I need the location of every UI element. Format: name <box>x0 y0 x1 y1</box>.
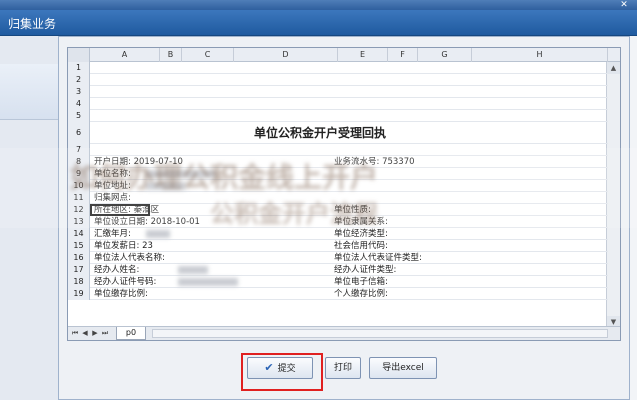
cell-legal-rep-name: 单位法人代表名称: <box>94 253 165 263</box>
receipt-dialog: A B C D E F G H ▲ ▼ 1 2 3 4 5 6 单位公积金开户受… <box>58 36 630 400</box>
export-excel-button[interactable]: 导出excel <box>369 357 437 379</box>
row-number[interactable]: 14 <box>68 228 90 240</box>
cell-unit-name: 单位名称: <box>94 169 131 179</box>
cell-legal-rep-id-type: 单位法人代表证件类型: <box>334 253 422 263</box>
column-header[interactable]: C <box>182 48 234 62</box>
column-header[interactable]: E <box>338 48 388 62</box>
table-row: 15 单位发薪日: 23 社会信用代码: <box>68 240 608 252</box>
module-title: 归集业务 <box>8 17 57 31</box>
row-number[interactable]: 1 <box>68 62 90 74</box>
cell-agent-id-number: 经办人证件号码: <box>94 277 157 287</box>
table-row: 14 汇缴年月: 单位经济类型: <box>68 228 608 240</box>
table-row: 10 单位地址: <box>68 180 608 192</box>
cell-unit-email: 单位电子信箱: <box>334 277 388 287</box>
table-row: 9 单位名称: <box>68 168 608 180</box>
redacted-value <box>178 278 238 286</box>
table-row: 8 开户日期: 2019-07-10 业务流水号: 753370 <box>68 156 608 168</box>
cell-unit-rate: 单位缴存比例: <box>94 289 148 299</box>
column-header[interactable]: A <box>90 48 160 62</box>
left-nav-tab[interactable] <box>0 64 64 120</box>
action-bar: ✔ 提交 打印 导出excel <box>59 349 631 391</box>
row-number[interactable]: 9 <box>68 168 90 180</box>
last-sheet-icon[interactable]: ⏭ <box>100 328 110 339</box>
row-number[interactable]: 13 <box>68 216 90 228</box>
table-row: 7 <box>68 144 608 156</box>
receipt-title: 单位公积金开户受理回执 <box>254 126 387 140</box>
first-sheet-icon[interactable]: ⏮ <box>70 328 80 339</box>
table-row: 16 单位法人代表名称: 单位法人代表证件类型: <box>68 252 608 264</box>
row-number[interactable]: 2 <box>68 74 90 86</box>
table-row: 1 <box>68 62 608 74</box>
top-strip: ✕ <box>0 0 637 10</box>
left-navigation <box>0 36 64 400</box>
cell-payday: 单位发薪日: 23 <box>94 241 153 251</box>
table-row: 19 单位缴存比例: 个人缴存比例: <box>68 288 608 300</box>
column-header-row: A B C D E F G H <box>68 48 620 62</box>
table-row: 11 归集网点: <box>68 192 608 204</box>
row-number[interactable]: 12 <box>68 204 90 216</box>
spreadsheet-viewer: A B C D E F G H ▲ ▼ 1 2 3 4 5 6 单位公积金开户受… <box>67 47 621 341</box>
submit-button[interactable]: ✔ 提交 <box>247 357 313 379</box>
column-header[interactable]: F <box>388 48 418 62</box>
print-button[interactable]: 打印 <box>325 357 361 379</box>
sheet-tab-p0[interactable]: p0 <box>116 327 146 340</box>
column-header[interactable]: H <box>472 48 608 62</box>
cell-economic-type: 单位经济类型: <box>334 229 388 239</box>
column-header[interactable]: B <box>160 48 182 62</box>
row-number[interactable]: 10 <box>68 180 90 192</box>
table-row: 4 <box>68 98 608 110</box>
row-number[interactable]: 16 <box>68 252 90 264</box>
cell-open-date: 开户日期: 2019-07-10 <box>94 157 183 167</box>
cell-unit-nature: 单位性质: <box>334 205 371 215</box>
table-row: 6 单位公积金开户受理回执 <box>68 122 608 144</box>
table-row: 13 单位设立日期: 2018-10-01 单位隶属关系: <box>68 216 608 228</box>
cell-affiliation: 单位隶属关系: <box>334 217 388 227</box>
cell-credit-code: 社会信用代码: <box>334 241 388 251</box>
redacted-value <box>178 266 208 274</box>
submit-label: 提交 <box>277 364 296 374</box>
row-number[interactable]: 15 <box>68 240 90 252</box>
horizontal-scrollbar[interactable] <box>152 329 608 338</box>
module-title-bar: 归集业务 <box>0 10 637 36</box>
redacted-value <box>146 230 170 238</box>
redacted-value <box>146 170 216 178</box>
select-all-corner[interactable] <box>68 48 90 62</box>
row-number[interactable]: 3 <box>68 86 90 98</box>
cell-agent-name: 经办人姓名: <box>94 265 140 275</box>
sheet-tab-bar: ⏮ ◀ ▶ ⏭ p0 <box>68 326 620 340</box>
column-header[interactable]: D <box>234 48 338 62</box>
cell-unit-address: 单位地址: <box>94 181 131 191</box>
column-header[interactable]: G <box>418 48 472 62</box>
table-row: 2 <box>68 74 608 86</box>
cell-establish-date: 单位设立日期: 2018-10-01 <box>94 217 200 227</box>
cell-personal-rate: 个人缴存比例: <box>334 289 388 299</box>
row-number[interactable]: 4 <box>68 98 90 110</box>
row-number[interactable]: 6 <box>68 122 90 144</box>
redacted-value <box>146 182 186 190</box>
cell-district: 所在地区: 秦淮区 <box>94 205 160 215</box>
prev-sheet-icon[interactable]: ◀ <box>80 328 90 339</box>
table-row: 12 所在地区: 秦淮区 单位性质: <box>68 204 608 216</box>
scroll-up-icon[interactable]: ▲ <box>607 62 620 74</box>
row-number[interactable]: 5 <box>68 110 90 122</box>
table-row: 17 经办人姓名: 经办人证件类型: <box>68 264 608 276</box>
checkmark-icon: ✔ <box>264 361 274 374</box>
table-row: 3 <box>68 86 608 98</box>
vertical-scrollbar[interactable]: ▲ ▼ <box>606 62 620 328</box>
cell-agent-id-type: 经办人证件类型: <box>334 265 397 275</box>
cell-serial-number: 业务流水号: 753370 <box>334 157 415 167</box>
next-sheet-icon[interactable]: ▶ <box>90 328 100 339</box>
row-number[interactable]: 18 <box>68 276 90 288</box>
row-number[interactable]: 17 <box>68 264 90 276</box>
cell-service-point: 归集网点: <box>94 193 131 203</box>
row-number[interactable]: 11 <box>68 192 90 204</box>
table-row: 5 <box>68 110 608 122</box>
row-number[interactable]: 19 <box>68 288 90 300</box>
row-number[interactable]: 7 <box>68 144 90 156</box>
window-close-icon[interactable]: ✕ <box>617 0 631 10</box>
table-row: 18 经办人证件号码: 单位电子信箱: <box>68 276 608 288</box>
row-number[interactable]: 8 <box>68 156 90 168</box>
cell-remit-month: 汇缴年月: <box>94 229 131 239</box>
